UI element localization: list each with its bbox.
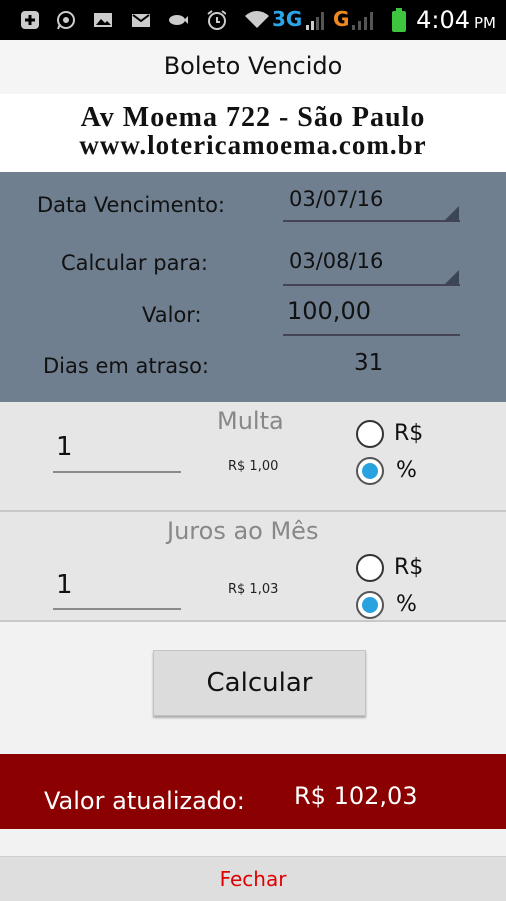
- result-label: Valor atualizado:: [44, 787, 245, 815]
- wifi-icon: [244, 10, 270, 30]
- multa-radio-percent-label: %: [396, 458, 417, 483]
- store-banner: Av Moema 722 - São Paulo www.lotericamoe…: [0, 94, 506, 172]
- clock-time: 4:04: [416, 6, 470, 34]
- app-header: Boleto Vencido: [0, 40, 506, 94]
- calc-for-label: Calcular para:: [61, 251, 209, 275]
- gmail-icon: [131, 10, 151, 30]
- calc-for-value: 03/08/16: [289, 249, 384, 273]
- page-title: Boleto Vencido: [163, 52, 343, 80]
- banner-website: www.lotericamoema.com.br: [79, 130, 427, 160]
- multa-computed: R$ 1,00: [228, 459, 279, 474]
- calc-for-underline: [283, 284, 460, 286]
- status-bar: 3G G 4:04 PM: [0, 0, 506, 40]
- due-date-underline: [283, 220, 460, 222]
- section-divider-2: [0, 620, 506, 622]
- clock: 4:04 PM: [416, 6, 496, 34]
- boleto-form: Data Vencimento: 03/07/16 Calcular para:…: [0, 172, 506, 402]
- multa-underline: [53, 471, 181, 473]
- alarm-icon: [206, 10, 226, 30]
- signal-icon-2: [352, 10, 378, 30]
- amount-label: Valor:: [142, 303, 202, 327]
- notification-plus-icon: [20, 10, 40, 30]
- multa-radio-currency[interactable]: [356, 420, 384, 448]
- juros-radio-currency-label: R$: [394, 555, 424, 580]
- due-date-value: 03/07/16: [289, 187, 384, 211]
- network-g-label: G: [333, 7, 350, 31]
- clock-ampm: PM: [474, 14, 496, 32]
- whatsapp-icon: [56, 10, 76, 30]
- juros-underline: [53, 608, 181, 610]
- juros-title: Juros ao Mês: [167, 517, 319, 545]
- juros-computed: R$ 1,03: [228, 582, 279, 597]
- juros-radio-currency[interactable]: [356, 554, 384, 582]
- juros-radio-percent[interactable]: [356, 591, 384, 619]
- image-icon: [93, 10, 113, 30]
- close-button[interactable]: Fechar: [0, 856, 506, 901]
- battery-icon: [391, 8, 407, 32]
- multa-section: Multa 1 R$ 1,00 R$ %: [0, 402, 506, 510]
- days-late-label: Dias em atraso:: [43, 354, 210, 378]
- result-bar: Valor atualizado: R$ 102,03: [0, 754, 506, 829]
- network-3g-label: 3G: [272, 7, 303, 31]
- multa-radio-currency-label: R$: [394, 421, 424, 446]
- calculate-button[interactable]: Calcular: [153, 650, 366, 716]
- due-date-label: Data Vencimento:: [37, 193, 226, 217]
- juros-value: 1: [56, 570, 73, 600]
- amount-value: 100,00: [287, 297, 371, 325]
- calc-for-dropdown-icon: [445, 270, 459, 284]
- signal-icon: [306, 10, 328, 30]
- due-date-dropdown-icon: [445, 206, 459, 220]
- multa-value: 1: [56, 432, 73, 462]
- multa-title: Multa: [217, 407, 284, 435]
- fish-icon: [168, 10, 188, 30]
- juros-radio-percent-label: %: [396, 592, 417, 617]
- result-value: R$ 102,03: [294, 782, 418, 810]
- juros-section: Juros ao Mês 1 R$ 1,03 R$ %: [0, 512, 506, 620]
- days-late-value: 31: [354, 350, 384, 376]
- amount-underline: [283, 334, 460, 336]
- multa-radio-percent[interactable]: [356, 457, 384, 485]
